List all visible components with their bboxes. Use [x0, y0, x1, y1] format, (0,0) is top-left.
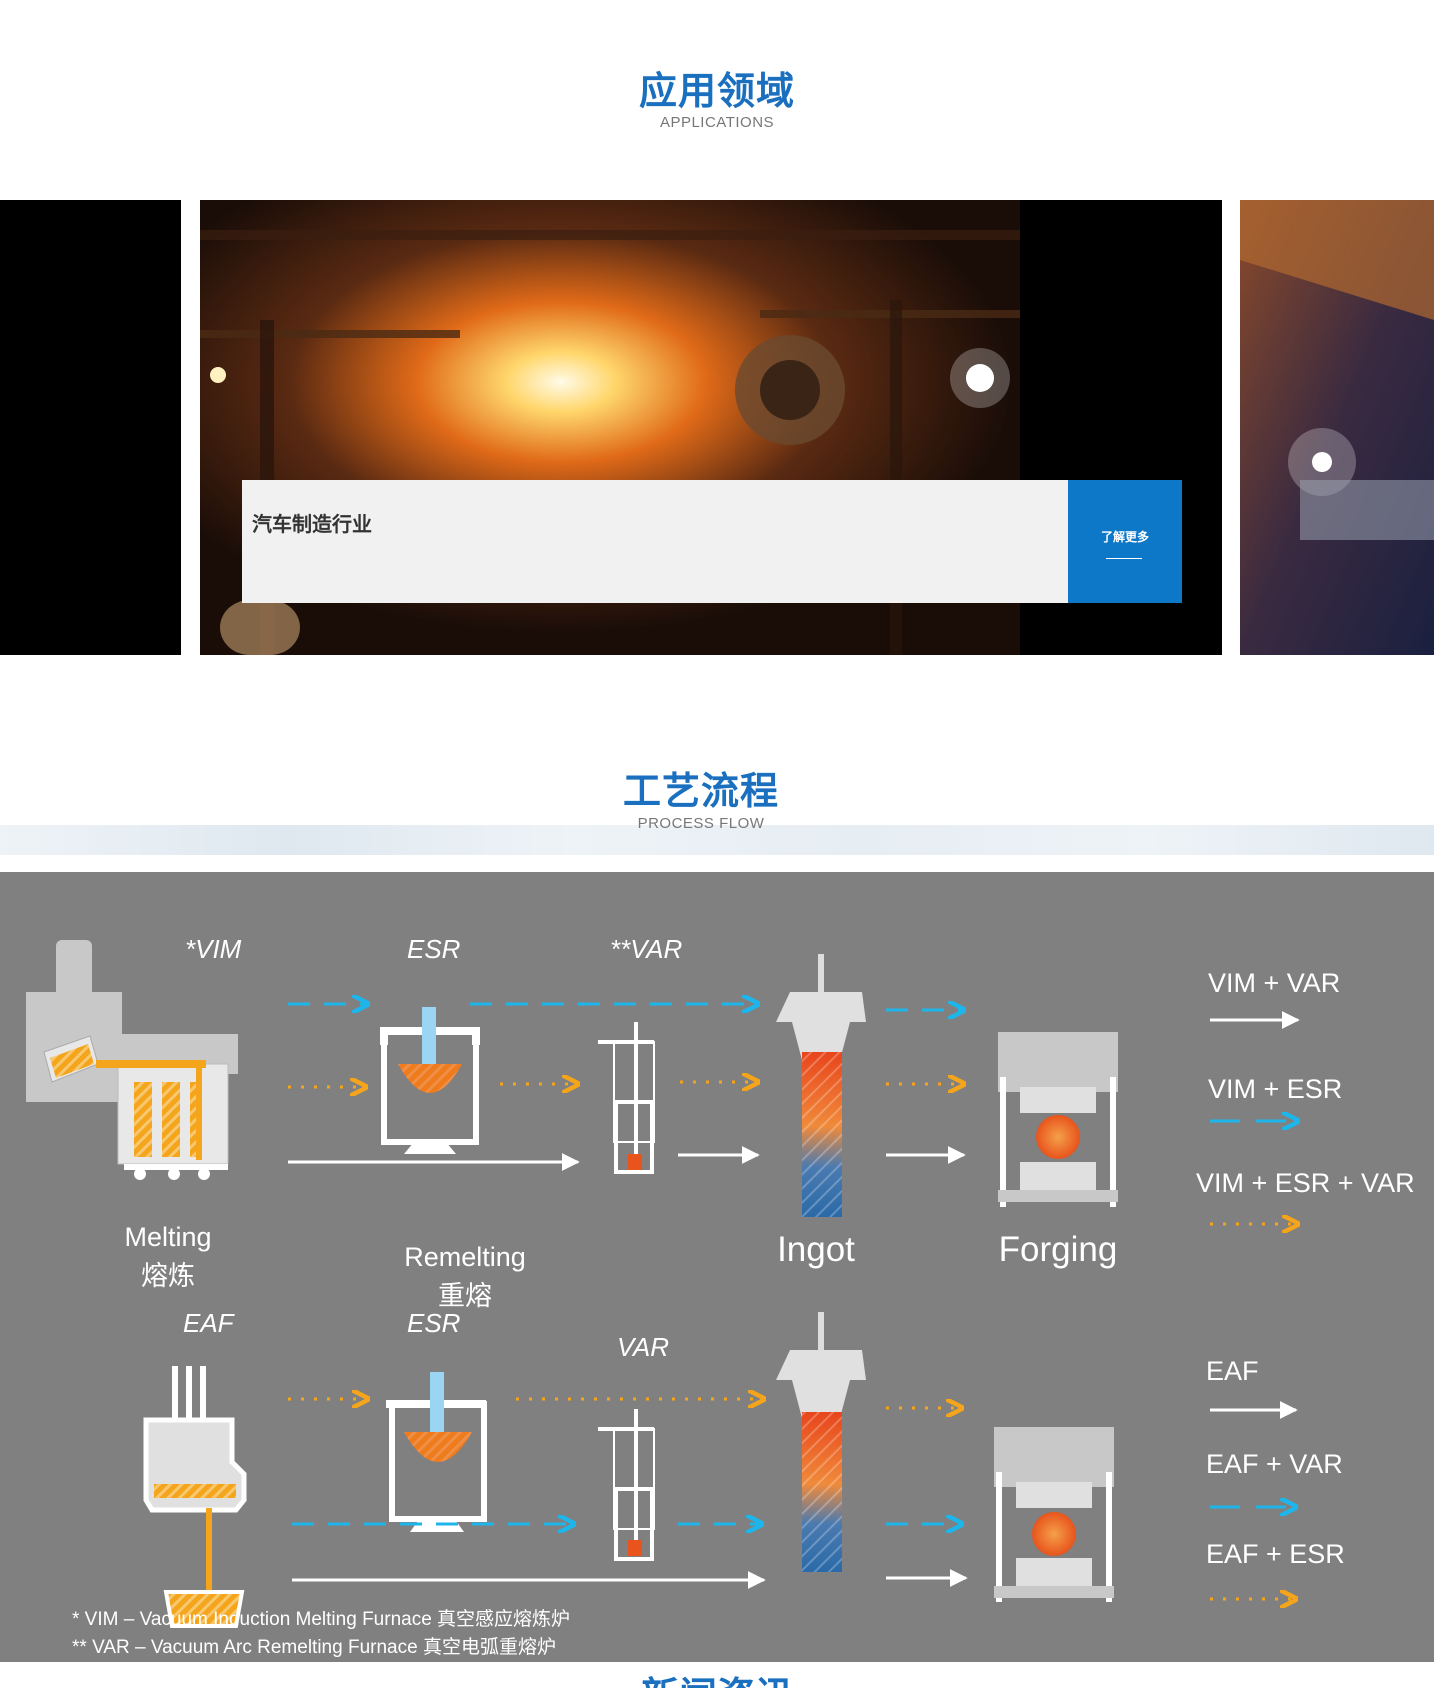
legend-eaf-var: EAF + VAR	[1206, 1449, 1343, 1479]
steel-mill-photo	[1240, 200, 1434, 655]
var-furnace-icon	[598, 1022, 655, 1174]
label-ingot: Ingot	[777, 1230, 855, 1269]
label-esr-top: ESR	[407, 934, 461, 964]
vim-furnace-icon	[26, 940, 238, 1180]
process-flow-diagram: *VIM ESR **VAR Melting 熔炼 Remelting 重熔 I…	[0, 872, 1434, 1662]
news-section-title: 新闻资讯	[0, 1665, 1434, 1688]
applications-subtitle: APPLICATIONS	[659, 114, 775, 131]
legend-eaf: EAF	[1206, 1356, 1259, 1386]
legend-vim-esr-var: VIM + ESR + VAR	[1196, 1168, 1415, 1198]
label-remelting-en: Remelting	[404, 1242, 526, 1272]
legend-vim-esr: VIM + ESR	[1208, 1074, 1343, 1104]
label-esr-bottom: ESR	[407, 1308, 461, 1338]
label-melting-en: Melting	[124, 1222, 212, 1252]
forging-press-icon-bottom	[994, 1427, 1114, 1602]
learn-more-button[interactable]: 了解更多	[1068, 480, 1182, 603]
var-furnace-icon-bottom	[598, 1409, 655, 1561]
process-title: 工艺流程	[622, 769, 779, 813]
slide-caption-title: 汽车制造行业	[252, 512, 372, 536]
carousel-active-slide[interactable]: 汽车制造行业 了解更多	[200, 200, 1222, 655]
label-var-top: **VAR	[610, 934, 683, 964]
legend-eaf-esr: EAF + ESR	[1206, 1539, 1345, 1569]
footnote-vim: * VIM – Vacuum Induction Melting Furnace…	[72, 1609, 571, 1630]
footnote-var: ** VAR – Vacuum Arc Remelting Furnace 真空…	[72, 1637, 556, 1658]
applications-title: 应用领域	[638, 69, 795, 113]
slide-caption: 汽车制造行业 了解更多	[242, 480, 1182, 603]
esr-furnace-icon	[380, 1007, 480, 1154]
label-vim: *VIM	[185, 934, 242, 964]
carousel-next-slide[interactable]	[1240, 200, 1434, 655]
forging-press-icon	[998, 1032, 1118, 1207]
label-var-bottom: VAR	[617, 1332, 670, 1362]
legend-vim-var: VIM + VAR	[1208, 968, 1341, 998]
learn-more-label: 了解更多	[1100, 530, 1149, 544]
ingot-icon	[776, 954, 866, 1217]
label-melting-zh: 熔炼	[141, 1261, 195, 1291]
esr-furnace-icon-bottom	[386, 1372, 487, 1532]
eaf-furnace-icon	[143, 1366, 247, 1628]
ingot-icon-bottom	[776, 1312, 866, 1572]
arrow-right-icon	[1106, 558, 1142, 559]
carousel-prev-slide[interactable]	[0, 200, 181, 655]
label-eaf: EAF	[183, 1308, 234, 1338]
label-forging: Forging	[998, 1230, 1118, 1269]
process-subtitle: PROCESS FLOW	[637, 815, 765, 832]
